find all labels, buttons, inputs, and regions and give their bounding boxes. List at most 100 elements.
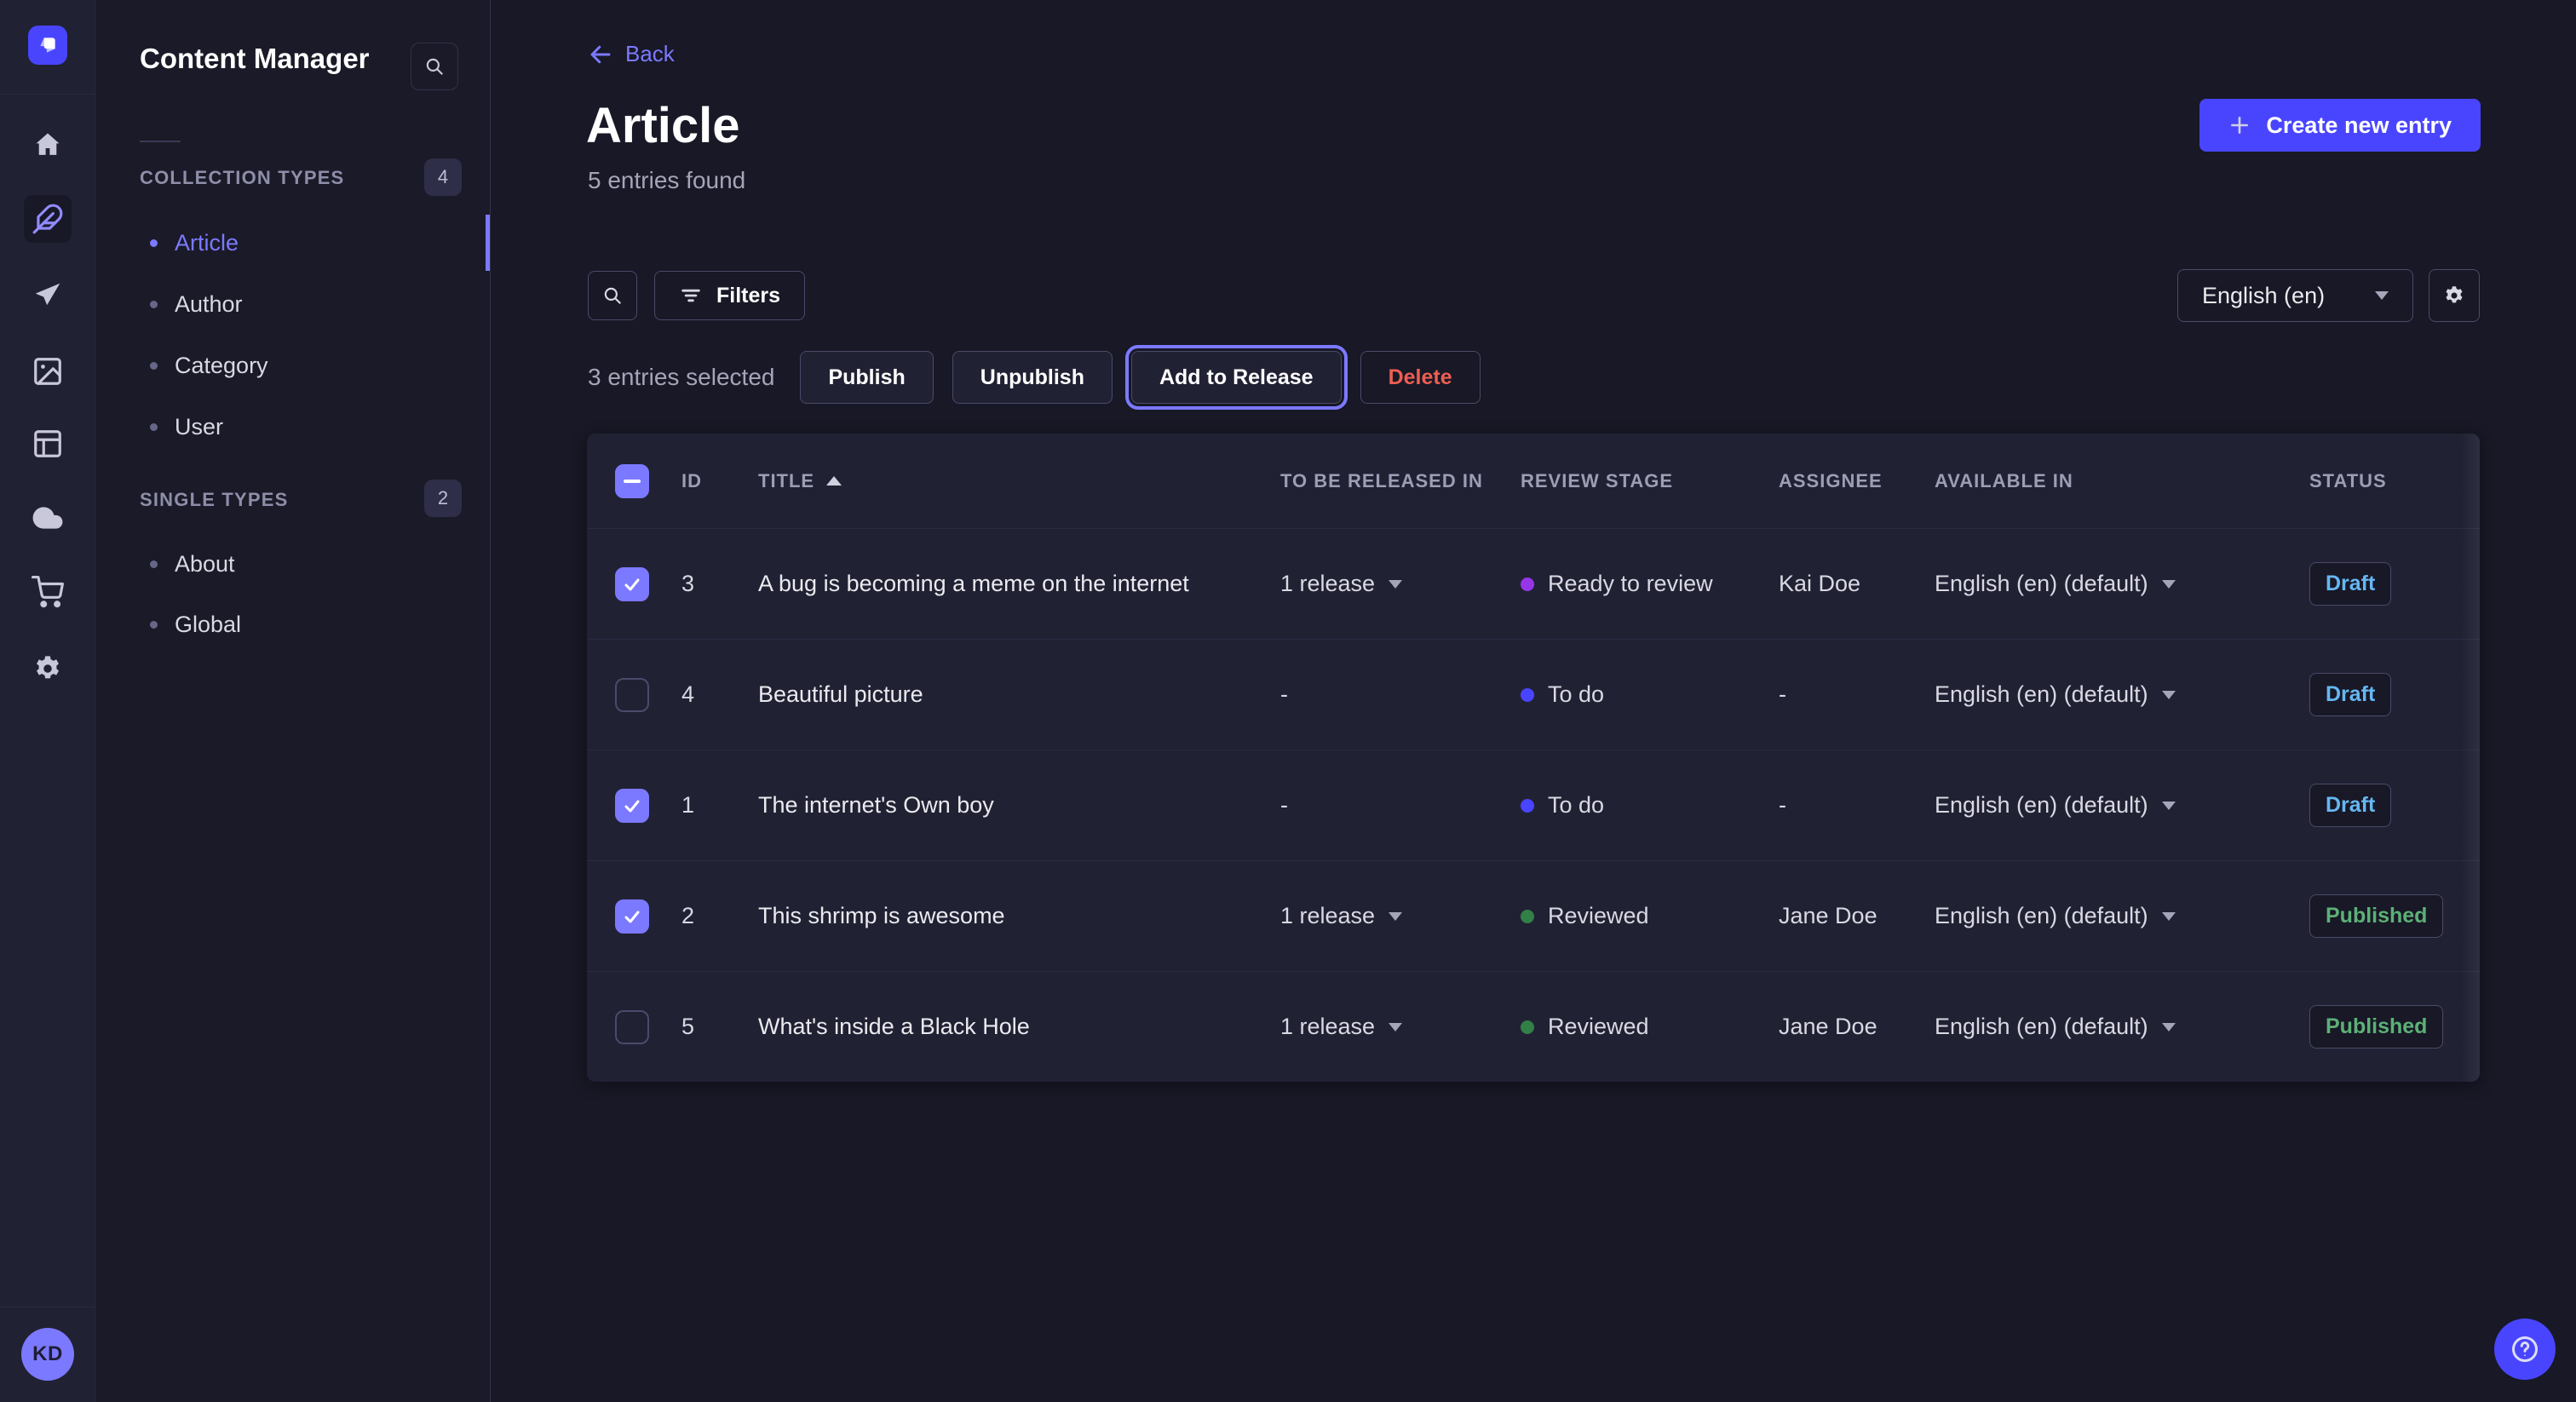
user-avatar[interactable]: KD	[21, 1328, 74, 1381]
search-icon	[601, 284, 624, 307]
settings-gear-icon[interactable]	[31, 652, 65, 686]
unpublish-button[interactable]: Unpublish	[952, 351, 1113, 404]
toolbar: Filters English (en)	[588, 269, 2480, 322]
chevron-down-icon	[1389, 1023, 1402, 1031]
section-collection-types: COLLECTION TYPES	[140, 167, 344, 189]
delete-button[interactable]: Delete	[1360, 351, 1481, 404]
releases-icon[interactable]	[31, 279, 65, 313]
plus-icon	[2228, 114, 2251, 136]
marketplace-cart-icon[interactable]	[31, 575, 65, 609]
cell-review-stage: Reviewed	[1521, 1014, 1779, 1040]
strapi-logo[interactable]	[28, 26, 67, 65]
gear-icon	[2442, 284, 2466, 307]
entries-table: ID TITLE TO BE RELEASED IN REVIEW STAGE …	[587, 434, 2480, 1082]
table-search-button[interactable]	[588, 271, 637, 320]
view-settings-button[interactable]	[2429, 269, 2480, 322]
row-checkbox[interactable]	[615, 899, 649, 934]
cell-available-in[interactable]: English (en) (default)	[1935, 681, 2309, 708]
review-stage-dot	[1521, 688, 1534, 702]
create-new-entry-button[interactable]: Create new entry	[2199, 99, 2481, 152]
sidebar-item-global[interactable]: Global	[95, 594, 491, 655]
chevron-down-icon	[2162, 691, 2176, 699]
cell-released-in[interactable]: -	[1280, 681, 1521, 708]
col-header-title[interactable]: TITLE	[758, 470, 1280, 492]
row-checkbox[interactable]	[615, 789, 649, 823]
question-mark-icon	[2510, 1334, 2540, 1365]
chevron-down-icon	[2375, 291, 2389, 300]
sidebar-divider	[140, 141, 181, 142]
rail-divider	[0, 94, 95, 95]
content-manager-icon[interactable]	[24, 195, 72, 243]
content-type-builder-icon[interactable]	[31, 427, 65, 461]
back-link[interactable]: Back	[588, 41, 675, 67]
arrow-left-icon	[588, 42, 613, 67]
home-icon[interactable]	[31, 128, 65, 162]
chevron-down-icon	[2162, 580, 2176, 589]
main-nav-rail: KD	[0, 0, 95, 1402]
filter-icon	[679, 284, 703, 307]
cell-available-in[interactable]: English (en) (default)	[1935, 792, 2309, 819]
cell-available-in[interactable]: English (en) (default)	[1935, 571, 2309, 597]
col-header-released[interactable]: TO BE RELEASED IN	[1280, 470, 1521, 492]
sidebar-item-user[interactable]: User	[95, 396, 491, 457]
status-badge: Draft	[2309, 673, 2391, 716]
sidebar-item-label: Global	[175, 612, 241, 638]
selection-bar: 3 entries selected Publish Unpublish Add…	[588, 350, 1481, 405]
cell-released-in[interactable]: 1 release	[1280, 571, 1521, 597]
publish-button[interactable]: Publish	[800, 351, 933, 404]
check-icon	[622, 906, 642, 927]
cell-id: 3	[681, 571, 758, 597]
sidebar-item-label: About	[175, 551, 235, 577]
cell-assignee: Jane Doe	[1779, 1014, 1935, 1040]
bullet-icon	[150, 423, 158, 431]
check-icon	[622, 574, 642, 595]
add-to-release-button[interactable]: Add to Release	[1131, 351, 1342, 404]
cell-id: 1	[681, 792, 758, 819]
table-row[interactable]: 2 This shrimp is awesome 1 release Revie…	[587, 860, 2480, 971]
table-row[interactable]: 3 A bug is becoming a meme on the intern…	[587, 528, 2480, 639]
cell-review-stage: Reviewed	[1521, 903, 1779, 929]
bullet-icon	[150, 239, 158, 247]
status-badge: Draft	[2309, 784, 2391, 827]
col-header-status[interactable]: STATUS	[2309, 470, 2461, 492]
cell-available-in[interactable]: English (en) (default)	[1935, 1014, 2309, 1040]
locale-select[interactable]: English (en)	[2177, 269, 2413, 322]
row-checkbox[interactable]	[615, 678, 649, 712]
media-library-icon[interactable]	[31, 354, 65, 388]
col-header-assignee[interactable]: ASSIGNEE	[1779, 470, 1935, 492]
select-all-checkbox[interactable]	[615, 464, 649, 498]
row-checkbox[interactable]	[615, 567, 649, 601]
cell-assignee: -	[1779, 681, 1935, 708]
filters-button[interactable]: Filters	[654, 271, 805, 320]
cell-title: What's inside a Black Hole	[758, 1014, 1280, 1040]
cell-review-stage: To do	[1521, 792, 1779, 819]
col-header-available-in[interactable]: AVAILABLE IN	[1935, 470, 2309, 492]
cell-assignee: Kai Doe	[1779, 571, 1935, 597]
cell-title: The internet's Own boy	[758, 792, 1280, 819]
row-checkbox[interactable]	[615, 1010, 649, 1044]
cell-released-in[interactable]: 1 release	[1280, 903, 1521, 929]
help-button[interactable]	[2494, 1319, 2556, 1380]
table-row[interactable]: 5 What's inside a Black Hole 1 release R…	[587, 971, 2480, 1082]
col-header-id[interactable]: ID	[681, 470, 758, 492]
sidebar-item-about[interactable]: About	[95, 533, 491, 595]
cell-released-in[interactable]: -	[1280, 792, 1521, 819]
sidebar-item-label: Category	[175, 353, 268, 379]
deploy-cloud-icon[interactable]	[31, 501, 65, 535]
sort-ascending-icon	[826, 476, 842, 486]
sidebar-item-article[interactable]: Article	[95, 212, 491, 273]
bullet-icon	[150, 560, 158, 568]
table-row[interactable]: 1 The internet's Own boy - To do - Engli…	[587, 750, 2480, 860]
cell-released-in[interactable]: 1 release	[1280, 1014, 1521, 1040]
cell-review-stage: Ready to review	[1521, 571, 1779, 597]
cell-available-in[interactable]: English (en) (default)	[1935, 903, 2309, 929]
chevron-down-icon	[2162, 912, 2176, 921]
sidebar-item-author[interactable]: Author	[95, 273, 491, 335]
sidebar-item-category[interactable]: Category	[95, 335, 491, 396]
table-row[interactable]: 4 Beautiful picture - To do - English (e…	[587, 639, 2480, 750]
chevron-down-icon	[1389, 580, 1402, 589]
col-header-review-stage[interactable]: REVIEW STAGE	[1521, 470, 1779, 492]
cell-assignee: Jane Doe	[1779, 903, 1935, 929]
review-stage-dot	[1521, 1020, 1534, 1034]
sidebar-search-button[interactable]	[411, 43, 458, 90]
